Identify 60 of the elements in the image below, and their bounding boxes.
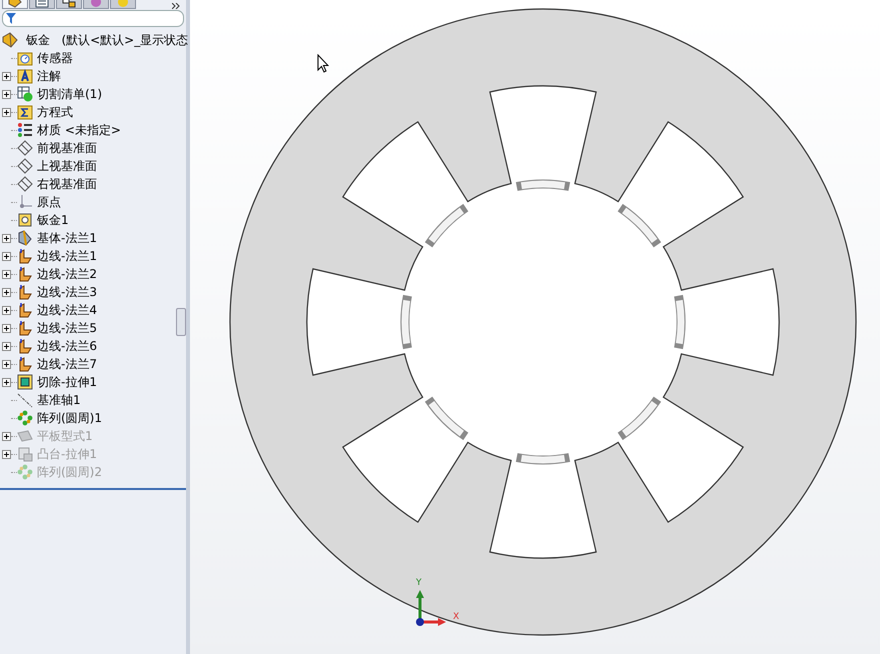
tree-item[interactable]: 边线-法兰3 xyxy=(37,284,97,300)
gauge-folder-icon xyxy=(17,50,33,66)
tree-item[interactable]: 方程式 xyxy=(37,104,73,120)
bent-sheet-icon xyxy=(17,356,33,372)
tree-item[interactable]: 边线-法兰2 xyxy=(37,266,97,282)
sigma-folder-icon xyxy=(17,104,33,120)
tree-item[interactable]: 前视基准面 xyxy=(37,140,97,156)
part-icon xyxy=(8,0,22,8)
panel-collapse-handle[interactable] xyxy=(176,308,186,336)
plane-icon xyxy=(17,176,33,192)
filter-field[interactable] xyxy=(2,10,184,27)
bent-sheet-icon xyxy=(17,266,33,282)
tree-item[interactable]: 边线-法兰7 xyxy=(37,356,97,372)
y-axis-label: Y xyxy=(416,578,422,588)
circular-pattern-icon xyxy=(17,464,33,480)
part-icon xyxy=(2,32,18,48)
list-icon xyxy=(35,0,49,8)
tree-item[interactable]: 边线-法兰5 xyxy=(37,320,97,336)
tree-item[interactable]: 基准轴1 xyxy=(37,392,81,408)
bent-sheet-icon xyxy=(17,248,33,264)
origin-icon xyxy=(17,194,33,210)
bent-sheet-icon xyxy=(17,302,33,318)
letter-folder-icon xyxy=(17,68,33,84)
flange-icon xyxy=(17,230,33,246)
table-icon xyxy=(17,86,33,102)
tree-item[interactable]: 原点 xyxy=(37,194,61,210)
configuration-icon xyxy=(62,0,76,8)
tree-item[interactable]: 边线-法兰6 xyxy=(37,338,97,354)
tree-item[interactable]: 材质 <未指定> xyxy=(37,122,121,138)
axis-icon xyxy=(17,392,33,408)
tree-item[interactable]: 上视基准面 xyxy=(37,158,97,174)
material-icon xyxy=(17,122,33,138)
tree-item[interactable]: 钣金1 xyxy=(37,212,69,228)
flat-sheet-icon xyxy=(17,428,33,444)
circular-pattern-icon xyxy=(17,410,33,426)
extrude-icon xyxy=(17,446,33,462)
tree-item[interactable]: 注解 xyxy=(37,68,61,84)
plane-icon xyxy=(17,140,33,156)
bent-sheet-icon xyxy=(17,338,33,354)
sheet-metal-icon xyxy=(17,212,33,228)
tree-item[interactable]: 边线-法兰1 xyxy=(37,248,97,264)
panel-tab[interactable] xyxy=(29,0,55,9)
panel-tab[interactable] xyxy=(56,0,82,9)
filter-icon xyxy=(6,13,16,24)
bent-sheet-icon xyxy=(17,320,33,336)
x-axis-label: X xyxy=(453,612,460,622)
tree-item[interactable]: 右视基准面 xyxy=(37,176,97,192)
tree-item[interactable]: 传感器 xyxy=(37,50,73,66)
expand-icon[interactable] xyxy=(172,3,180,9)
plane-icon xyxy=(17,158,33,174)
tree-item[interactable]: 钣金 (默认<默认>_显示状态 xyxy=(26,32,188,48)
cut-extrude-icon xyxy=(17,374,33,390)
panel-tab[interactable] xyxy=(2,0,28,9)
tree-item[interactable]: 边线-法兰4 xyxy=(37,302,97,318)
tree-item[interactable]: 基体-法兰1 xyxy=(37,230,97,246)
tree-item[interactable]: 切割清单(1) xyxy=(37,86,102,102)
tree-item[interactable]: 切除-拉伸1 xyxy=(37,374,97,390)
tree-item[interactable]: 阵列(圆周)1 xyxy=(37,410,102,426)
cursor-icon xyxy=(317,54,329,73)
bent-sheet-icon xyxy=(17,284,33,300)
